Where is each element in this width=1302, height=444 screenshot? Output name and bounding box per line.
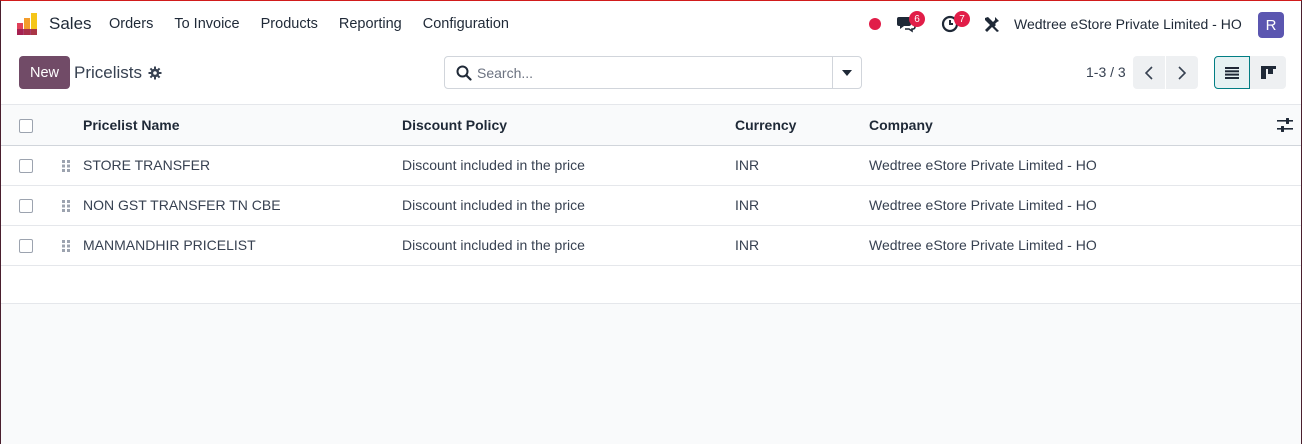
menu-item-configuration[interactable]: Configuration <box>423 16 509 32</box>
control-panel: New Pricelists Search... 1-3 / 3 <box>1 47 1301 105</box>
pager-next-button[interactable] <box>1166 56 1198 89</box>
drag-handle-icon[interactable] <box>61 239 71 253</box>
header-pricelist-name[interactable]: Pricelist Name <box>83 117 180 133</box>
kanban-icon <box>1260 66 1276 79</box>
cell-discount-policy: Discount included in the price <box>402 197 585 213</box>
menu-item-products[interactable]: Products <box>261 16 318 32</box>
pricelist-table: Pricelist Name Discount Policy Currency … <box>1 105 1301 304</box>
company-switcher[interactable]: Wedtree eStore Private Limited - HO <box>1014 16 1242 32</box>
cell-company: Wedtree eStore Private Limited - HO <box>869 197 1097 213</box>
cell-currency: INR <box>735 157 760 173</box>
search-options-toggle[interactable] <box>832 57 861 88</box>
cell-pricelist-name: STORE TRANSFER <box>83 157 211 173</box>
search-input[interactable] <box>477 58 827 87</box>
new-button[interactable]: New <box>19 56 70 89</box>
header-discount-policy[interactable]: Discount Policy <box>402 117 507 133</box>
app-window: Sales Orders To Invoice Products Reporti… <box>0 0 1302 444</box>
cell-company: Wedtree eStore Private Limited - HO <box>869 157 1097 173</box>
search-icon[interactable] <box>456 65 472 81</box>
recording-indicator[interactable] <box>869 1 881 47</box>
row-checkbox[interactable] <box>19 159 33 173</box>
sales-app-icon[interactable] <box>15 13 39 35</box>
top-navbar: Sales Orders To Invoice Products Reporti… <box>1 1 1301 47</box>
table-row[interactable]: STORE TRANSFER Discount included in the … <box>1 146 1301 186</box>
messaging-menu[interactable]: 6 <box>896 1 926 47</box>
cell-company: Wedtree eStore Private Limited - HO <box>869 237 1097 253</box>
cell-discount-policy: Discount included in the price <box>402 237 585 253</box>
chat-count-badge: 6 <box>909 11 925 27</box>
table-row[interactable]: MANMANDHIR PRICELIST Discount included i… <box>1 226 1301 266</box>
activity-menu[interactable]: 7 <box>941 1 971 47</box>
pager-value[interactable]: 1-3 / 3 <box>1086 64 1126 80</box>
menu-item-orders[interactable]: Orders <box>109 16 153 32</box>
cell-pricelist-name: NON GST TRANSFER TN CBE <box>83 197 281 213</box>
pager-previous-button[interactable] <box>1133 56 1165 89</box>
app-name[interactable]: Sales <box>49 14 92 34</box>
chevron-right-icon <box>1178 65 1186 80</box>
gear-icon[interactable] <box>148 66 162 80</box>
user-avatar[interactable]: R <box>1258 12 1284 38</box>
cell-pricelist-name: MANMANDHIR PRICELIST <box>83 237 256 253</box>
cell-discount-policy: Discount included in the price <box>402 157 585 173</box>
list-view-button[interactable] <box>1214 56 1250 89</box>
debug-tools[interactable] <box>983 1 1001 47</box>
menu-item-reporting[interactable]: Reporting <box>339 16 402 32</box>
cell-currency: INR <box>735 237 760 253</box>
select-all-checkbox[interactable] <box>19 119 33 133</box>
row-checkbox[interactable] <box>19 239 33 253</box>
record-dot-icon <box>869 18 881 30</box>
kanban-view-button[interactable] <box>1250 56 1286 89</box>
drag-handle-icon[interactable] <box>61 199 71 213</box>
caret-down-icon <box>842 69 852 76</box>
table-header-row: Pricelist Name Discount Policy Currency … <box>1 105 1301 146</box>
row-checkbox[interactable] <box>19 199 33 213</box>
sliders-icon[interactable] <box>1277 118 1293 132</box>
page-title: Pricelists <box>74 63 143 82</box>
main-menu: Orders To Invoice Products Reporting Con… <box>109 16 530 32</box>
header-currency[interactable]: Currency <box>735 117 796 133</box>
header-company[interactable]: Company <box>869 117 933 133</box>
list-icon <box>1225 66 1239 79</box>
menu-item-to-invoice[interactable]: To Invoice <box>174 16 239 32</box>
tools-icon <box>985 17 999 32</box>
chevron-left-icon <box>1145 65 1153 80</box>
search-bar <box>444 56 862 89</box>
activity-count-badge: 7 <box>954 11 970 27</box>
drag-handle-icon[interactable] <box>61 159 71 173</box>
table-row[interactable]: NON GST TRANSFER TN CBE Discount include… <box>1 186 1301 226</box>
cell-currency: INR <box>735 197 760 213</box>
table-empty-row <box>1 266 1301 304</box>
